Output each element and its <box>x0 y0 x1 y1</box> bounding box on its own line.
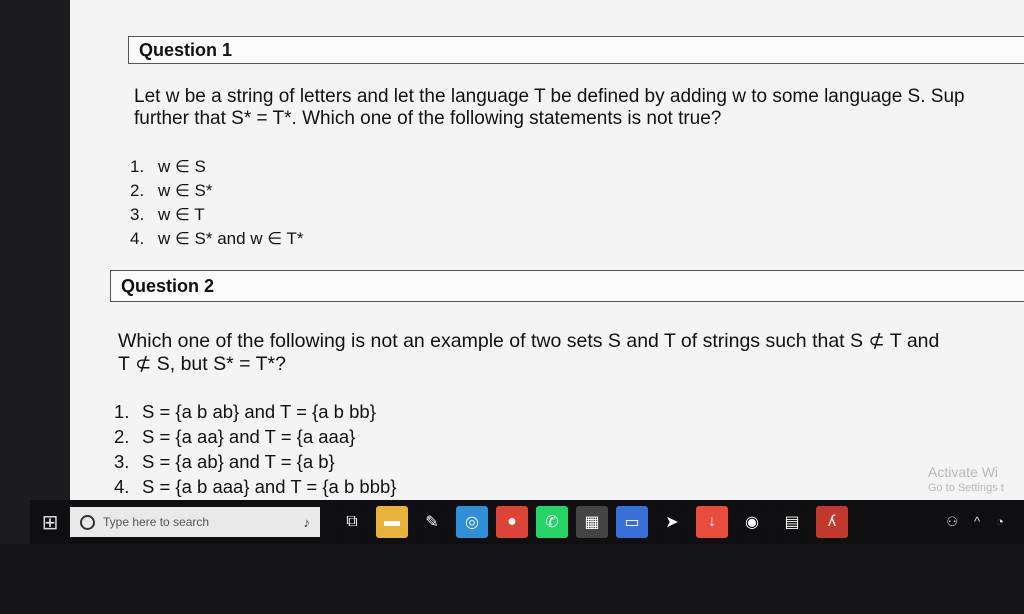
dev-app-icon[interactable]: ▭ <box>616 506 648 538</box>
app-blue-icon[interactable]: ◎ <box>456 506 488 538</box>
question-2-text-line1: Which one of the following is not an exa… <box>118 330 940 352</box>
file-explorer-icon[interactable]: ▬ <box>376 506 408 538</box>
question-2-text: Which one of the following is not an exa… <box>118 330 1018 376</box>
list-item: 3. S = {a ab} and T = {a b} <box>114 451 335 472</box>
whatsapp-icon[interactable]: ✆ <box>536 506 568 538</box>
opera-icon[interactable]: ◉ <box>736 506 768 538</box>
chevron-up-icon[interactable]: ^ <box>974 514 980 530</box>
question-1-text: Let w be a string of letters and let the… <box>134 86 1024 130</box>
taskbar: ⊞ Type here to search ♪ ⧉ ▬ ✎ ◎ ● ✆ ▦ ▭ ➤ ↓ ◉ ▤ ʎ ⚇ … <box>30 500 1024 544</box>
list-item: 2. w ∈ S* <box>130 181 213 200</box>
chrome-icon[interactable]: ● <box>496 506 528 538</box>
question-2-options: 1. S = {a b ab} and T = {a b bb} 2. S = {a… <box>114 399 396 499</box>
list-item: 3. w ∈ T <box>130 205 205 224</box>
document-view: Question 1 Let w be a string of letters … <box>70 0 1024 500</box>
question-1-text-line1: Let w be a string of letters and let the… <box>134 86 965 107</box>
list-item: 1. w ∈ S <box>130 157 206 176</box>
calculator-icon[interactable]: ▦ <box>576 506 608 538</box>
list-item: 1. S = {a b ab} and T = {a b bb} <box>114 401 376 422</box>
windows-start-icon[interactable]: ⊞ <box>30 500 70 544</box>
wifi-icon[interactable]: ◔ <box>996 514 1004 530</box>
activate-windows-watermark: Activate Wi Go to Settings t <box>928 464 1004 494</box>
system-tray: ⚇ ^ ◔ <box>946 514 1004 530</box>
search-placeholder: Type here to search <box>103 515 210 529</box>
store-icon[interactable]: ✎ <box>416 506 448 538</box>
list-item: 4. w ∈ S* and w ∈ T* <box>130 229 304 248</box>
microphone-icon[interactable]: ♪ <box>304 515 311 530</box>
monitor-bezel <box>0 544 1024 614</box>
media-icon[interactable]: ▤ <box>776 506 808 538</box>
people-icon[interactable]: ⚇ <box>946 514 958 530</box>
search-input[interactable]: Type here to search ♪ <box>70 507 320 537</box>
list-item: 2. S = {a aa} and T = {a aaa} <box>114 426 356 447</box>
question-1-text-line2: further that S* = T*. Which one of the f… <box>134 108 722 129</box>
send-icon[interactable]: ➤ <box>656 506 688 538</box>
list-item: 4. S = {a b aaa} and T = {a b bbb} <box>114 476 397 497</box>
question-1-options: 1. w ∈ S 2. w ∈ S* 3. w ∈ T 4. w ∈ S* and w … <box>130 155 304 251</box>
pdf-icon[interactable]: ʎ <box>816 506 848 538</box>
question-1-header: Question 1 <box>128 36 1024 64</box>
question-2-text-line2: T ⊄ S, but S* = T*? <box>118 353 286 375</box>
taskbar-pinned-apps: ⧉ ▬ ✎ ◎ ● ✆ ▦ ▭ ➤ ↓ ◉ ▤ ʎ <box>332 506 852 538</box>
task-view-icon[interactable]: ⧉ <box>336 506 368 538</box>
cortana-icon <box>80 514 95 530</box>
question-2-header: Question 2 <box>110 270 1024 302</box>
download-icon[interactable]: ↓ <box>696 506 728 538</box>
